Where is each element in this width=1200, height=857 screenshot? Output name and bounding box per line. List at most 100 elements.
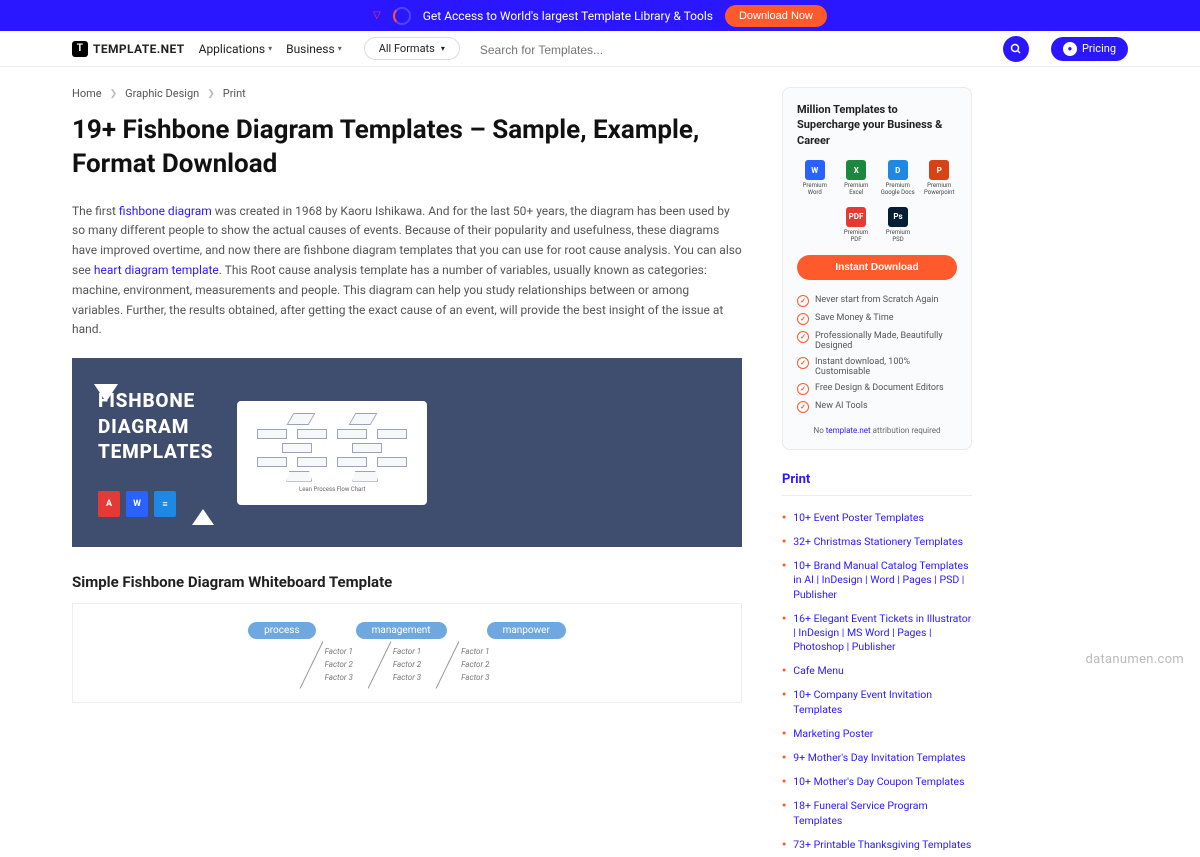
banner-arrow-icon: ▽ <box>373 10 381 21</box>
spinner-icon <box>393 7 411 25</box>
sidebar-link-item: 18+ Funeral Service Program Templates <box>782 794 972 832</box>
triangle-icon <box>192 509 214 525</box>
sidebar-link[interactable]: Cafe Menu <box>793 664 844 678</box>
breadcrumb-print[interactable]: Print <box>223 87 246 100</box>
wb-category: process <box>248 622 315 639</box>
logo-icon: T <box>72 41 88 57</box>
heart-diagram-link[interactable]: heart diagram template <box>94 263 219 277</box>
sidebar-link[interactable]: 9+ Mother's Day Invitation Templates <box>793 751 965 765</box>
app-icon: P <box>929 160 949 180</box>
app-item[interactable]: Ps Premium PSD <box>880 207 916 243</box>
app-label: Premium PDF <box>838 229 874 243</box>
gdoc-icon: ≡ <box>154 491 176 517</box>
hero-card-label: Lean Process Flow Chart <box>251 486 413 493</box>
hero-banner: FISHBONE DIAGRAM TEMPLATES A W ≡ Lean Pr… <box>72 358 742 547</box>
wb-factor: Factor 1 <box>325 647 353 656</box>
wb-factor: Factor 1 <box>461 647 489 656</box>
sidebar-link[interactable]: Marketing Poster <box>793 727 873 741</box>
search-container <box>480 39 989 58</box>
app-item[interactable]: P Premium Powerpoint <box>922 160 958 196</box>
breadcrumb-home[interactable]: Home <box>72 87 102 100</box>
attr-text: attribution required <box>871 426 941 435</box>
breadcrumb-graphic[interactable]: Graphic Design <box>125 87 199 100</box>
sidebar-link[interactable]: 10+ Mother's Day Coupon Templates <box>793 775 964 789</box>
wb-factor: Factor 1 <box>393 647 421 656</box>
chevron-right-icon: ❯ <box>110 89 118 99</box>
app-label: Premium Google Docs <box>880 182 916 196</box>
download-now-button[interactable]: Download Now <box>725 5 827 27</box>
search-button[interactable] <box>1003 36 1029 62</box>
wb-category: manpower <box>487 622 566 639</box>
sidebar-links: 10+ Event Poster Templates 32+ Christmas … <box>782 506 972 857</box>
wb-factor: Factor 3 <box>325 673 353 682</box>
pricing-button[interactable]: Pricing <box>1051 37 1128 61</box>
feature-item: Free Design & Document Editors <box>797 380 957 398</box>
app-item[interactable]: PDFPremium PDF <box>838 207 874 243</box>
wb-category: management <box>356 622 447 639</box>
sidebar-link-item: Cafe Menu <box>782 659 972 683</box>
app-label: Premium PSD <box>880 229 916 243</box>
sidebar-link[interactable]: 10+ Brand Manual Catalog Templates in AI… <box>793 559 972 602</box>
sidebar-link-item: 32+ Christmas Stationery Templates <box>782 530 972 554</box>
whiteboard-preview: process management manpower Factor 1 Fact… <box>72 603 742 703</box>
app-icon: Ps <box>888 207 908 227</box>
banner-text: Get Access to World's largest Template L… <box>423 9 713 23</box>
intro-text: The first <box>72 204 119 218</box>
hero-line: TEMPLATES <box>98 439 213 465</box>
promo-card: Million Templates to Supercharge your Bu… <box>782 87 972 450</box>
search-input[interactable] <box>480 43 989 57</box>
hero-line: DIAGRAM <box>98 414 213 440</box>
feature-list: Never start from Scratch AgainSave Money… <box>797 292 957 416</box>
search-icon <box>1010 43 1022 55</box>
watermark: datanumen.com <box>1086 652 1185 667</box>
sidebar-link-item: 9+ Mother's Day Invitation Templates <box>782 746 972 770</box>
wb-factor: Factor 3 <box>461 673 489 682</box>
app-label: Premium Excel <box>839 182 875 196</box>
brand-text: TEMPLATE.NET <box>93 42 185 56</box>
hero-preview-card: Lean Process Flow Chart <box>237 401 427 505</box>
feature-item: Save Money & Time <box>797 310 957 328</box>
fishbone-link[interactable]: fishbone diagram <box>119 204 212 218</box>
sidebar: Million Templates to Supercharge your Bu… <box>782 87 972 857</box>
promo-title: Million Templates to Supercharge your Bu… <box>797 102 957 148</box>
feature-item: Professionally Made, Beautifully Designe… <box>797 328 957 354</box>
nav-business[interactable]: Business <box>286 42 342 56</box>
logo[interactable]: T TEMPLATE.NET <box>72 41 185 57</box>
sidebar-link-item: 73+ Printable Thanksgiving Templates <box>782 833 972 857</box>
feature-item: New AI Tools <box>797 398 957 416</box>
pdf-icon: A <box>98 491 120 517</box>
instant-download-button[interactable]: Instant Download <box>797 255 957 280</box>
attribution-link[interactable]: template.net <box>826 426 871 435</box>
nav-applications[interactable]: Applications <box>199 42 272 56</box>
word-icon: W <box>126 491 148 517</box>
sidebar-link[interactable]: 18+ Funeral Service Program Templates <box>793 799 972 827</box>
app-item[interactable]: XPremium Excel <box>839 160 875 196</box>
chevron-right-icon: ❯ <box>207 89 215 99</box>
sidebar-link[interactable]: 32+ Christmas Stationery Templates <box>793 535 963 549</box>
promo-banner: ▽ Get Access to World's largest Template… <box>0 0 1200 31</box>
app-icon: W <box>805 160 825 180</box>
formats-dropdown[interactable]: All Formats <box>364 37 460 60</box>
page-title: 19+ Fishbone Diagram Templates – Sample,… <box>72 114 742 182</box>
sidebar-link-item: 16+ Elegant Event Tickets in Illustrator… <box>782 607 972 660</box>
breadcrumb: Home ❯ Graphic Design ❯ Print <box>72 87 742 100</box>
sidebar-link[interactable]: 10+ Company Event Invitation Templates <box>793 688 972 716</box>
attr-text: No <box>813 426 825 435</box>
section-heading: Simple Fishbone Diagram Whiteboard Templ… <box>72 573 742 591</box>
sidebar-link[interactable]: 10+ Event Poster Templates <box>793 511 924 525</box>
sidebar-link-item: Marketing Poster <box>782 722 972 746</box>
app-label: Premium Powerpoint <box>922 182 958 196</box>
pricing-label: Pricing <box>1082 42 1116 55</box>
main-content: Home ❯ Graphic Design ❯ Print 19+ Fishbo… <box>72 87 742 857</box>
app-item[interactable]: D Premium Google Docs <box>880 160 916 196</box>
wb-factor: Factor 3 <box>393 673 421 682</box>
sidebar-link[interactable]: 16+ Elegant Event Tickets in Illustrator… <box>793 612 972 655</box>
app-icon: D <box>888 160 908 180</box>
sidebar-link-item: 10+ Event Poster Templates <box>782 506 972 530</box>
feature-item: Never start from Scratch Again <box>797 292 957 310</box>
sidebar-link[interactable]: 73+ Printable Thanksgiving Templates <box>793 838 971 852</box>
wb-factor: Factor 2 <box>393 660 421 669</box>
app-item[interactable]: WPremium Word <box>797 160 833 196</box>
sidebar-heading: Print <box>782 472 972 496</box>
triangle-icon <box>94 384 118 402</box>
